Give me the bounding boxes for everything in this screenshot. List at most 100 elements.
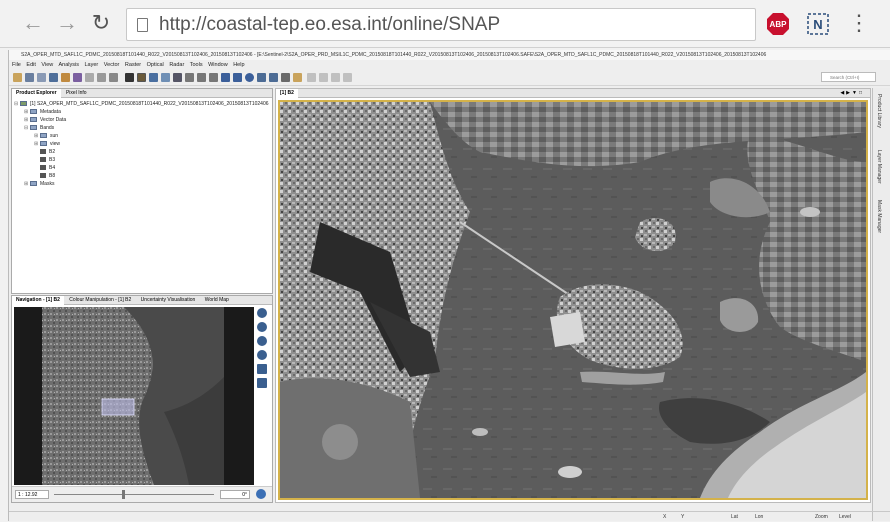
tree-metadata[interactable]: ⊞ Metadata — [14, 108, 270, 116]
tree-sun[interactable]: ⊞ sun — [14, 132, 270, 140]
tile-horizontal-icon[interactable] — [307, 73, 316, 82]
zoom-tool-icon[interactable] — [149, 73, 158, 82]
tab-uncertainty[interactable]: Uncertainty Visualisation — [137, 296, 200, 305]
menu-file[interactable]: File — [12, 62, 21, 68]
zoom-pixel-icon[interactable] — [257, 336, 267, 346]
menu-tools[interactable]: Tools — [190, 62, 203, 68]
spectrum-icon[interactable] — [73, 73, 82, 82]
rotation-field[interactable]: 0° — [220, 490, 250, 499]
tab-pixel-info[interactable]: Pixel Info — [62, 89, 91, 98]
navigation-tabs: Navigation - [1] B2 Colour Manipulation … — [12, 296, 272, 305]
menu-radar[interactable]: Radar — [169, 62, 184, 68]
menu-edit[interactable]: Edit — [26, 62, 35, 68]
browser-menu-icon[interactable]: ⋮ — [846, 10, 872, 36]
satellite-image[interactable] — [278, 100, 868, 500]
tree-masks[interactable]: ⊞ Masks — [14, 180, 270, 188]
tab-image-b2[interactable]: [1] B2 — [276, 89, 298, 98]
navigation-canvas[interactable] — [14, 307, 254, 485]
ellipse-tool-icon[interactable] — [233, 73, 242, 82]
extension-n-icon[interactable]: N — [806, 12, 830, 36]
menu-raster[interactable]: Raster — [125, 62, 141, 68]
zoom-all-icon[interactable] — [257, 350, 267, 360]
line-tool-icon[interactable] — [185, 73, 194, 82]
side-tab-layer-manager[interactable]: Layer Manager — [876, 150, 882, 184]
back-arrow-icon[interactable]: ← — [20, 10, 46, 36]
tile-vertical-icon[interactable] — [319, 73, 328, 82]
folder-icon — [40, 141, 47, 147]
reload-icon[interactable]: ↻ — [88, 10, 114, 36]
sync-cursor-icon[interactable] — [257, 378, 267, 388]
scatter-icon[interactable] — [109, 73, 118, 82]
navigation-tools — [257, 308, 269, 392]
band-maths-icon[interactable] — [61, 73, 70, 82]
tree-band-b2[interactable]: B2 — [14, 148, 270, 156]
tile-evenly-icon[interactable] — [331, 73, 340, 82]
search-input[interactable]: Search (Ctrl+I) — [821, 72, 876, 82]
product-explorer-panel: Product Explorer Pixel Info ⊟ [1] S2A_OPE… — [11, 88, 273, 294]
menu-help[interactable]: Help — [233, 62, 244, 68]
page-icon — [137, 18, 148, 32]
tab-colour-manipulation[interactable]: Colour Manipulation - [1] B2 — [65, 296, 135, 305]
address-bar[interactable]: http://coastal-tep.eo.esa.int/online/SNA… — [126, 8, 756, 41]
window-controls-icon[interactable]: ◀▶▼□ — [836, 89, 868, 98]
rotation-slider[interactable] — [54, 494, 214, 495]
menu-analysis[interactable]: Analysis — [58, 62, 78, 68]
polyline-tool-icon[interactable] — [197, 73, 206, 82]
tree-bands[interactable]: ⊟ Bands — [14, 124, 270, 132]
magic-wand-icon[interactable] — [245, 73, 254, 82]
rectangle-tool-icon[interactable] — [221, 73, 230, 82]
tab-navigation[interactable]: Navigation - [1] B2 — [12, 296, 64, 305]
open-product-icon[interactable] — [13, 73, 22, 82]
save-icon[interactable] — [37, 73, 46, 82]
tree-product[interactable]: ⊟ [1] S2A_OPER_MTD_SAFL1C_PDMC_20150818T1… — [14, 100, 270, 108]
range-finder-icon[interactable] — [173, 73, 182, 82]
zoom-in-icon[interactable] — [257, 308, 267, 318]
adblock-label: ABP — [770, 20, 788, 29]
tree-band-b3[interactable]: B3 — [14, 156, 270, 164]
menu-vector[interactable]: Vector — [104, 62, 120, 68]
navigation-panel: Navigation - [1] B2 Colour Manipulation … — [11, 295, 273, 503]
side-tab-product-library[interactable]: Product Library — [876, 94, 882, 128]
side-tab-mask-manager[interactable]: Mask Manager — [876, 200, 882, 233]
folder-icon — [40, 133, 47, 139]
chart-icon[interactable] — [85, 73, 94, 82]
tab-product-explorer[interactable]: Product Explorer — [12, 89, 61, 98]
menu-view[interactable]: View — [41, 62, 53, 68]
sync-icon[interactable] — [257, 364, 267, 374]
folder-icon — [30, 117, 37, 123]
polygon-tool-icon[interactable] — [209, 73, 218, 82]
histogram-icon[interactable] — [97, 73, 106, 82]
zoom-controls: 1 : 12.92 0° — [12, 486, 272, 502]
export-icon[interactable] — [49, 73, 58, 82]
tree-vector-data[interactable]: ⊞ Vector Data — [14, 116, 270, 124]
browser-toolbar: ← → ↻ http://coastal-tep.eo.esa.int/onli… — [0, 0, 890, 48]
gcp-tool-icon[interactable] — [269, 73, 278, 82]
menu-layer[interactable]: Layer — [85, 62, 99, 68]
tile-single-icon[interactable] — [343, 73, 352, 82]
tab-world-map[interactable]: World Map — [201, 296, 233, 305]
image-view-panel: [1] B2 ◀▶▼□ — [275, 88, 871, 503]
zoom-out-icon[interactable] — [257, 322, 267, 332]
tree-band-b4[interactable]: B4 — [14, 164, 270, 172]
tree-view[interactable]: ⊞ view — [14, 140, 270, 148]
folder-icon — [30, 181, 37, 187]
product-tree: ⊟ [1] S2A_OPER_MTD_SAFL1C_PDMC_20150818T1… — [12, 98, 272, 190]
pixel-info-icon[interactable] — [161, 73, 170, 82]
pan-tool-icon[interactable] — [137, 73, 146, 82]
rotation-slider-thumb[interactable] — [122, 490, 125, 499]
tile-icon[interactable] — [293, 73, 302, 82]
help-icon[interactable] — [256, 489, 266, 499]
session-icon[interactable] — [25, 73, 34, 82]
band-icon — [40, 149, 46, 155]
zoom-factor-field[interactable]: 1 : 12.92 — [15, 490, 49, 499]
tree-band-b8[interactable]: B8 — [14, 172, 270, 180]
sync-views-icon[interactable] — [281, 73, 290, 82]
adblock-icon[interactable]: ABP — [766, 12, 790, 36]
pin-tool-icon[interactable] — [257, 73, 266, 82]
menu-window[interactable]: Window — [208, 62, 228, 68]
select-tool-icon[interactable] — [125, 73, 134, 82]
status-bar: X Y Lat Lon Zoom Level — [9, 511, 890, 521]
product-explorer-tabs: Product Explorer Pixel Info — [12, 89, 272, 98]
menu-optical[interactable]: Optical — [147, 62, 164, 68]
forward-arrow-icon[interactable]: → — [54, 10, 80, 36]
